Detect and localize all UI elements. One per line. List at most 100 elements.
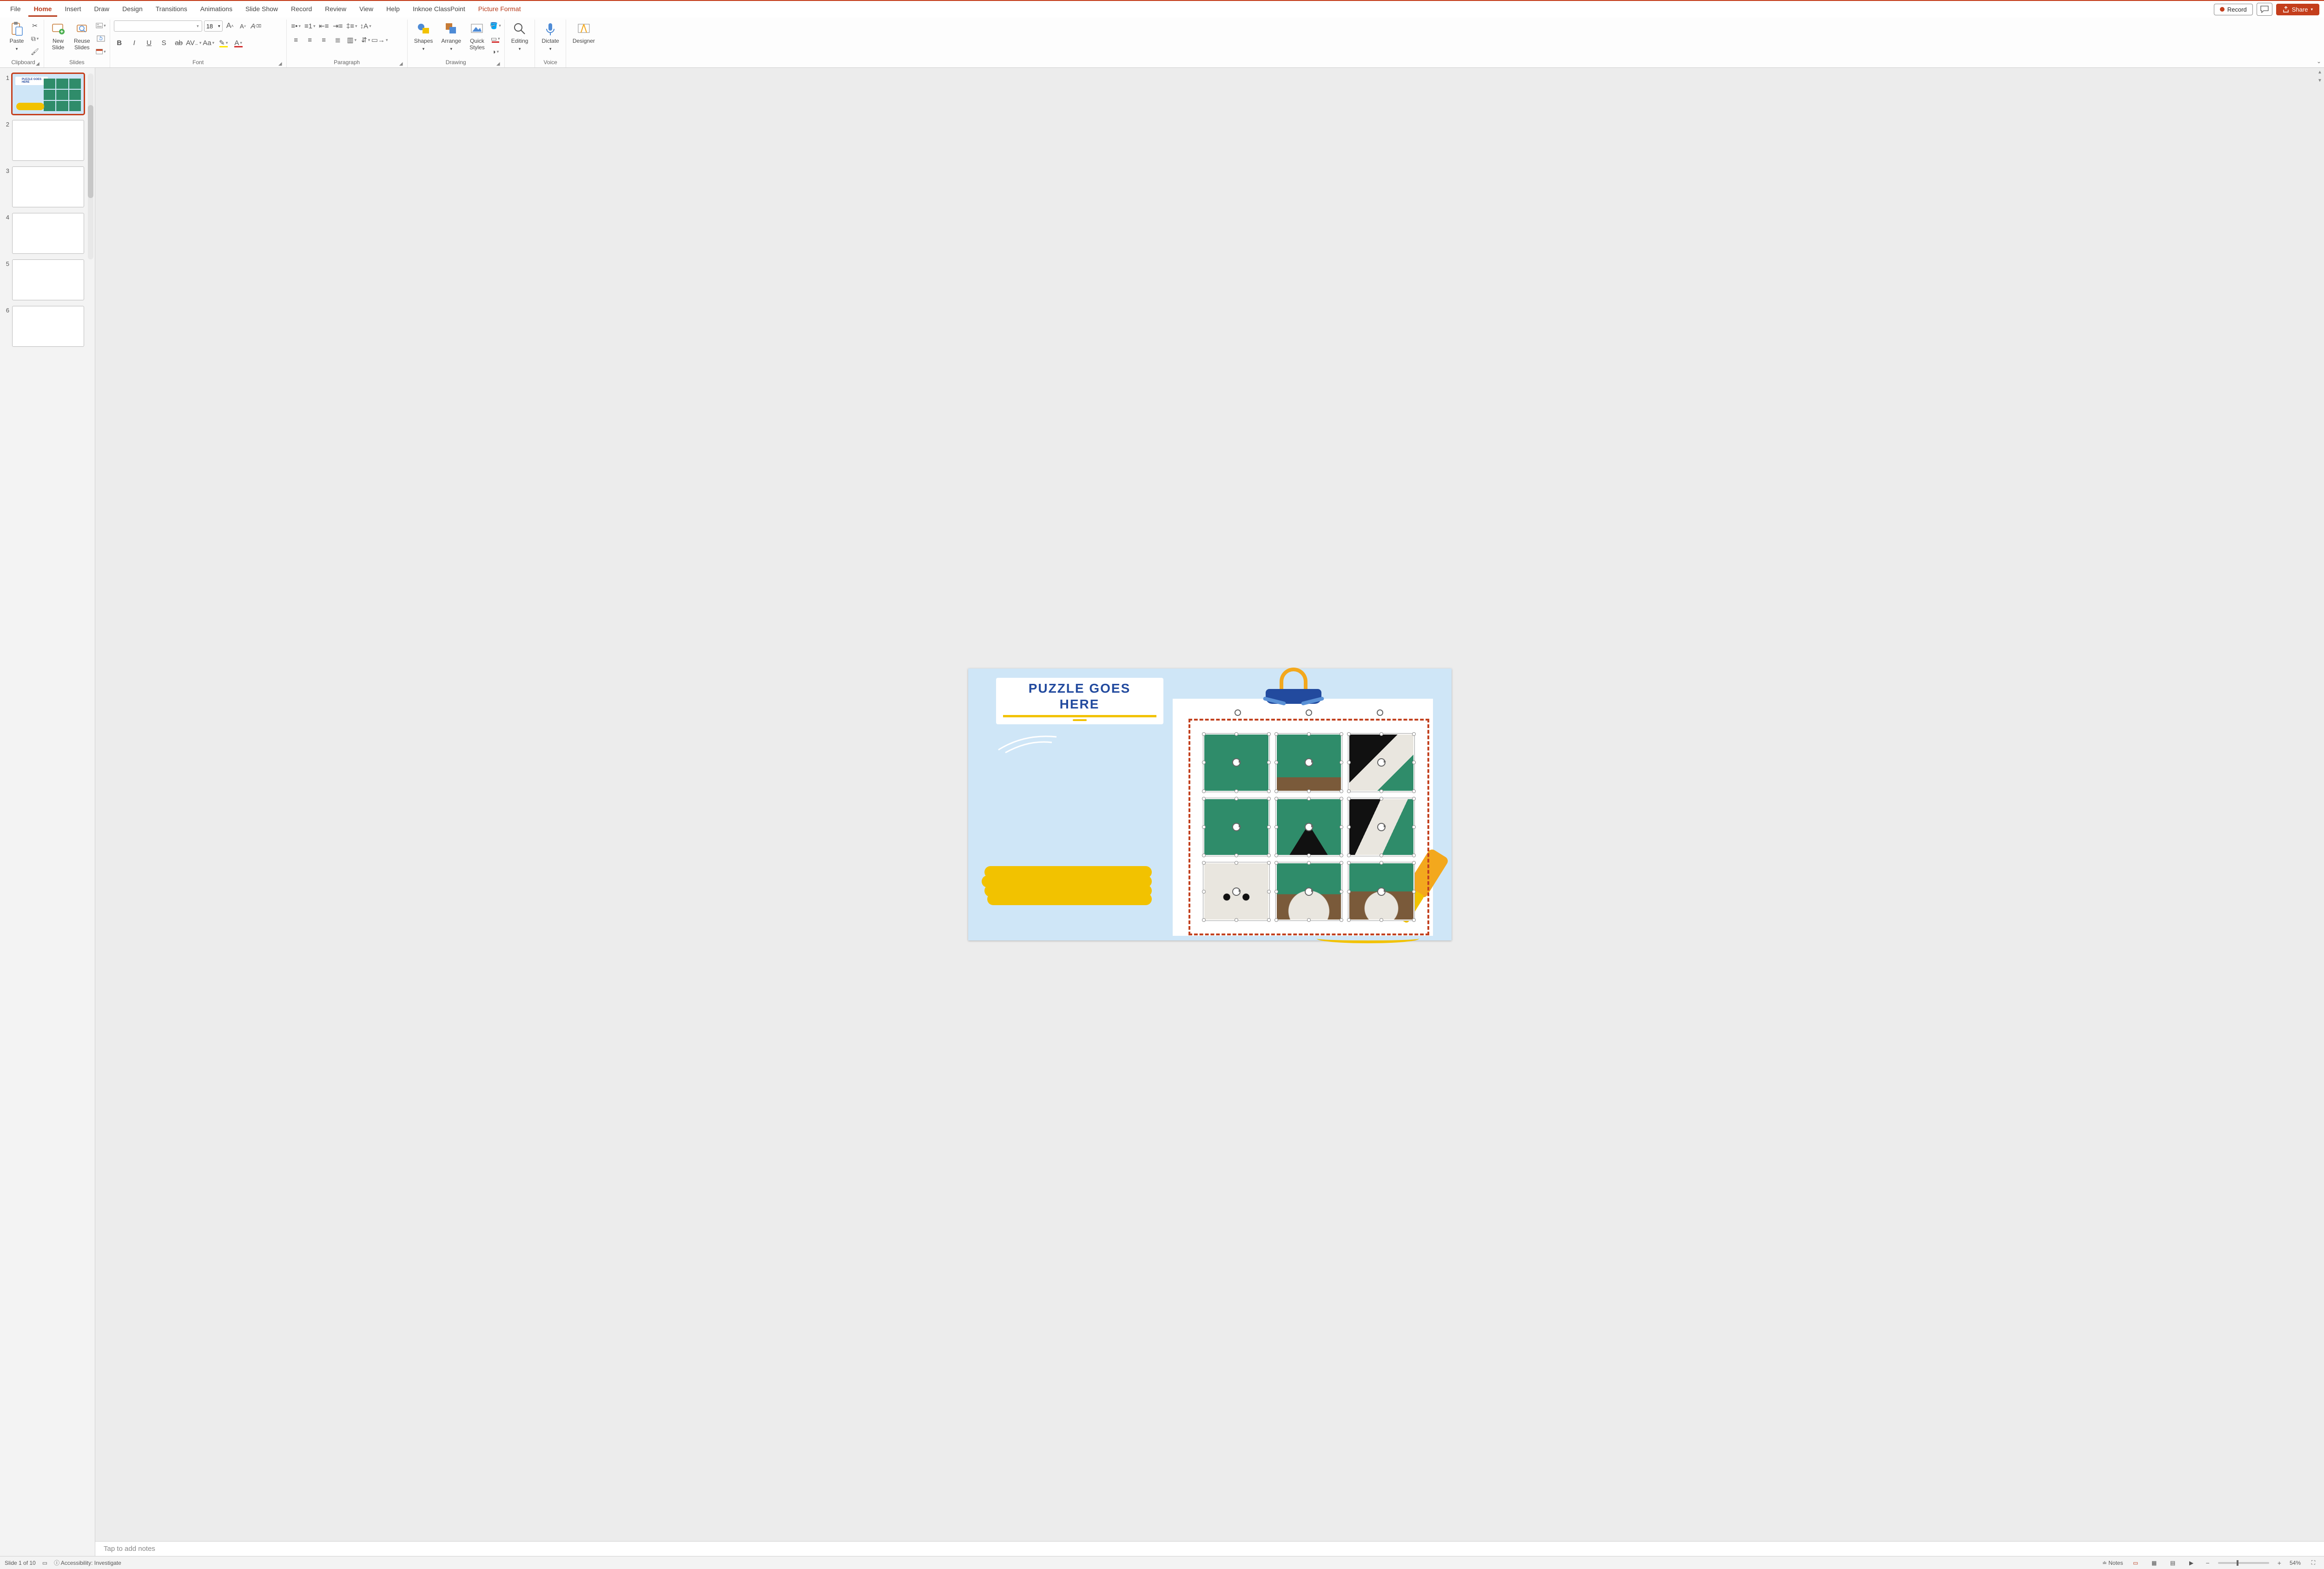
rotate-icon[interactable] — [1232, 823, 1241, 831]
shape-effects-button[interactable]: ◑▾ — [490, 46, 501, 57]
increase-font-button[interactable]: A˄ — [224, 20, 236, 32]
accessibility-button[interactable]: ⓘ Accessibility: Investigate — [54, 1559, 121, 1567]
dialog-launcher-icon[interactable]: ◢ — [277, 60, 284, 67]
tab-draw[interactable]: Draw — [88, 2, 115, 17]
share-button[interactable]: Share ▾ — [2276, 4, 2319, 15]
change-case-button[interactable]: Aa▾ — [203, 37, 214, 48]
puzzle-piece-1[interactable] — [1203, 734, 1269, 792]
font-name-input[interactable]: ▾ — [114, 20, 202, 32]
collapse-ribbon-button[interactable]: ⌄ — [2317, 58, 2321, 65]
decrease-font-button[interactable]: A˅ — [238, 20, 249, 32]
bold-button[interactable]: B — [114, 37, 125, 48]
shape-fill-button[interactable]: 🪣▾ — [490, 20, 501, 31]
thumb-6[interactable]: 6 — [3, 306, 92, 347]
thumb-5[interactable]: 5 — [3, 259, 92, 300]
scroll-down-icon[interactable]: ▼ — [2316, 76, 2324, 85]
slide-thumbnail-panel[interactable]: 1 PUZZLE GOESHERE 2 3 4 5 6 — [0, 68, 95, 1556]
tab-review[interactable]: Review — [319, 2, 352, 17]
rotate-icon[interactable] — [1305, 887, 1313, 896]
tab-home[interactable]: Home — [28, 2, 58, 17]
vertical-scrollbar[interactable]: ▲ ▼ — [2316, 68, 2324, 1541]
bullets-button[interactable]: ≡•▾ — [290, 20, 302, 32]
rotation-handle-icon[interactable] — [1235, 709, 1241, 716]
tab-animations[interactable]: Animations — [195, 2, 238, 17]
puzzle-piece-3[interactable] — [1348, 734, 1414, 792]
comments-button[interactable] — [2257, 3, 2272, 16]
tab-design[interactable]: Design — [117, 2, 148, 17]
new-slide-button[interactable]: New Slide — [48, 20, 68, 52]
slideshow-view-button[interactable]: ▶ — [2185, 1558, 2198, 1568]
puzzle-piece-2[interactable] — [1276, 734, 1342, 792]
dialog-launcher-icon[interactable]: ◢ — [398, 60, 404, 67]
rotate-icon[interactable] — [1305, 758, 1313, 767]
dialog-launcher-icon[interactable]: ◢ — [495, 60, 502, 67]
section-button[interactable]: ▾ — [96, 46, 106, 57]
rotation-handle-icon[interactable] — [1377, 709, 1383, 716]
tab-file[interactable]: File — [5, 2, 26, 17]
rotate-icon[interactable] — [1377, 823, 1386, 831]
shadow-button[interactable]: S — [158, 37, 170, 48]
thumb-3[interactable]: 3 — [3, 166, 92, 207]
highlight-button[interactable]: ✎▾ — [218, 37, 229, 48]
paste-button[interactable]: Paste ▾ — [7, 20, 27, 52]
line-spacing-button[interactable]: ‡≡▾ — [346, 20, 357, 32]
tab-insert[interactable]: Insert — [59, 2, 86, 17]
thumb-2[interactable]: 2 — [3, 120, 92, 161]
puzzle-piece-7[interactable] — [1203, 862, 1269, 920]
clear-format-button[interactable]: A⌫ — [251, 20, 262, 32]
reading-view-button[interactable]: ▤ — [2167, 1558, 2179, 1568]
italic-button[interactable]: I — [129, 37, 140, 48]
puzzle-piece-6[interactable] — [1348, 798, 1414, 856]
rotate-icon[interactable] — [1305, 823, 1313, 831]
shape-outline-button[interactable]: ▭▾ — [490, 33, 501, 44]
strike-button[interactable]: ab — [173, 37, 185, 48]
rotation-handle-icon[interactable] — [1306, 709, 1312, 716]
puzzle-piece-5[interactable] — [1276, 798, 1342, 856]
slide-canvas[interactable]: PUZZLE GOESHERE — [968, 669, 1452, 940]
tab-transitions[interactable]: Transitions — [150, 2, 193, 17]
slide-thumbnail[interactable]: PUZZLE GOESHERE — [12, 73, 84, 114]
slide-thumbnail[interactable] — [12, 306, 84, 347]
notes-pane[interactable]: Tap to add notes — [95, 1541, 2324, 1556]
thumb-scrollbar-thumb[interactable] — [88, 105, 93, 198]
underline-button[interactable]: U — [144, 37, 155, 48]
columns-button[interactable]: ▥▾ — [346, 34, 357, 46]
slide-title-box[interactable]: PUZZLE GOESHERE — [996, 678, 1163, 724]
puzzle-piece-9[interactable] — [1348, 862, 1414, 920]
normal-view-button[interactable]: ▭ — [2130, 1558, 2142, 1568]
tab-inknoe[interactable]: Inknoe ClassPoint — [407, 2, 471, 17]
thumb-1[interactable]: 1 PUZZLE GOESHERE — [3, 73, 92, 114]
zoom-slider[interactable] — [2218, 1562, 2269, 1564]
cut-button[interactable]: ✂ — [30, 20, 40, 31]
format-painter-button[interactable]: 🖌 — [30, 46, 40, 57]
rotate-icon[interactable] — [1377, 758, 1386, 767]
arrange-button[interactable]: Arrange▾ — [438, 20, 464, 52]
rotate-icon[interactable] — [1232, 758, 1241, 767]
align-left-button[interactable]: ≡ — [290, 34, 302, 46]
scroll-up-icon[interactable]: ▲ — [2316, 68, 2324, 76]
decrease-indent-button[interactable]: ⇤≡ — [318, 20, 330, 32]
dialog-launcher-icon[interactable]: ◢ — [34, 60, 41, 67]
group-selection-frame[interactable] — [1188, 719, 1429, 935]
justify-button[interactable]: ≣ — [332, 34, 343, 46]
align-right-button[interactable]: ≡ — [318, 34, 330, 46]
font-size-input[interactable]: 18▾ — [204, 20, 223, 32]
zoom-slider-thumb[interactable] — [2237, 1560, 2238, 1566]
notes-toggle[interactable]: ≐ Notes — [2102, 1560, 2123, 1566]
zoom-out-button[interactable]: − — [2204, 1559, 2212, 1567]
smartart-button[interactable]: ▭→▾ — [374, 34, 385, 46]
numbering-button[interactable]: ≡1▾ — [304, 20, 316, 32]
increase-indent-button[interactable]: ⇥≡ — [332, 20, 343, 32]
slide-thumbnail[interactable] — [12, 259, 84, 300]
slide-thumbnail[interactable] — [12, 213, 84, 254]
layout-button[interactable]: ▾ — [96, 20, 106, 31]
slide-thumbnail[interactable] — [12, 120, 84, 161]
reset-button[interactable] — [96, 33, 106, 44]
tab-view[interactable]: View — [354, 2, 379, 17]
thumb-4[interactable]: 4 — [3, 213, 92, 254]
rotate-icon[interactable] — [1377, 887, 1386, 896]
puzzle-piece-4[interactable] — [1203, 798, 1269, 856]
record-button[interactable]: Record — [2214, 4, 2253, 15]
editing-button[interactable]: Editing▾ — [508, 20, 531, 52]
tab-help[interactable]: Help — [381, 2, 405, 17]
